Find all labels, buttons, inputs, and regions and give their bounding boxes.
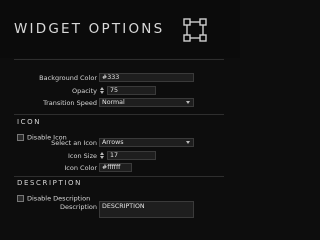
- select-icon-value: Arrows: [102, 139, 124, 146]
- description-label: Description: [59, 203, 97, 211]
- transition-speed-label: Transition Speed: [43, 99, 97, 107]
- disable-icon-checkbox[interactable]: [17, 134, 24, 141]
- icon-size-stepper-arrows[interactable]: [99, 151, 105, 160]
- transition-speed-value: Normal: [102, 99, 125, 106]
- chevron-down-icon: [186, 101, 190, 104]
- background-color-label: Background Color: [39, 74, 97, 82]
- widget-layout-icon[interactable]: [183, 18, 207, 42]
- icon-color-input[interactable]: #ffffff: [99, 163, 132, 172]
- disable-description-row[interactable]: Disable Description: [17, 188, 90, 203]
- disable-icon-row[interactable]: Disable Icon: [17, 127, 67, 142]
- icon-color-label: Icon Color: [64, 164, 97, 172]
- background-color-input[interactable]: #333: [99, 73, 194, 82]
- icon-size-label: Icon Size: [68, 152, 97, 160]
- header-bar: WIDGET OPTIONS: [0, 0, 240, 58]
- disable-description-checkbox[interactable]: [17, 195, 24, 202]
- header-divider: [14, 59, 224, 60]
- description-section-title: DESCRIPTION: [17, 179, 82, 187]
- description-textarea[interactable]: DESCRIPTION: [99, 201, 194, 218]
- section-divider: [14, 114, 224, 115]
- opacity-label: Opacity: [71, 87, 97, 95]
- disable-description-label: Disable Description: [27, 194, 91, 203]
- icon-section-title: ICON: [17, 118, 42, 126]
- section-divider: [14, 176, 224, 177]
- select-icon-select[interactable]: Arrows: [99, 138, 194, 147]
- icon-size-input[interactable]: 17: [107, 151, 156, 160]
- opacity-input[interactable]: 75: [107, 86, 156, 95]
- chevron-down-icon: [186, 141, 190, 144]
- opacity-stepper-arrows[interactable]: [99, 86, 105, 95]
- page-title: WIDGET OPTIONS: [14, 21, 165, 37]
- select-icon-label: Select an Icon: [51, 139, 97, 147]
- transition-speed-select[interactable]: Normal: [99, 98, 194, 107]
